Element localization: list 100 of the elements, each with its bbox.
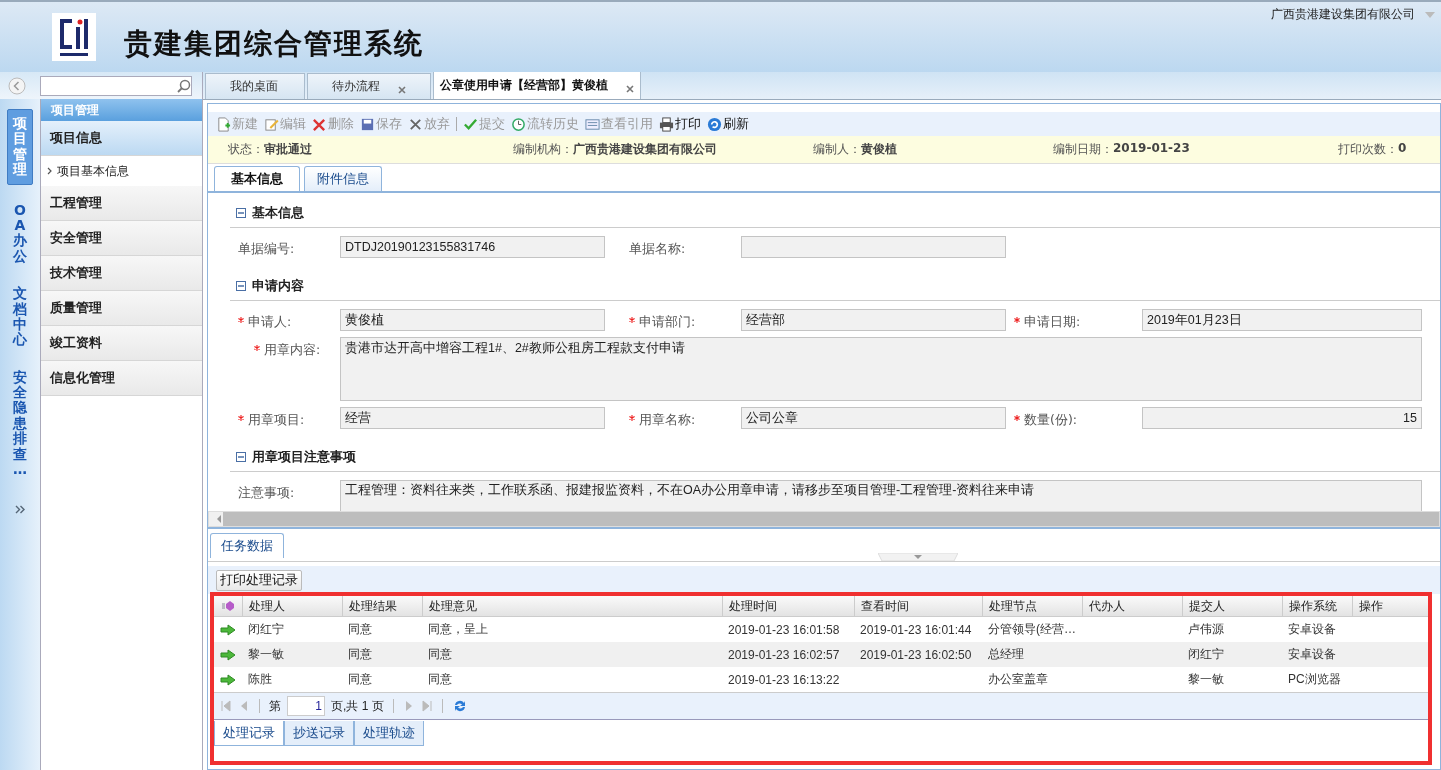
double-chevron-icon[interactable] [15, 505, 25, 515]
table-cell-text: 安卓设备 [1287, 646, 1337, 663]
input-field[interactable]: 黄俊植 [340, 309, 605, 331]
table-cell-text: 办公室盖章 [987, 671, 1049, 688]
pager-label: 第 [269, 697, 281, 715]
column-header[interactable]: 代办人 [1082, 596, 1182, 616]
column-header[interactable]: 处理时间 [722, 596, 854, 616]
record-tab[interactable]: 抄送记录 [284, 721, 354, 746]
table-cell-text: 同意 [427, 671, 453, 688]
field-label: 用章内容: [264, 342, 321, 357]
table-cell-text: 卢伟源 [1187, 621, 1225, 638]
collapse-icon[interactable] [236, 281, 246, 291]
form-tab[interactable]: 附件信息 [304, 166, 382, 191]
print-records-button[interactable]: 打印处理记录 [216, 569, 302, 591]
company-selector[interactable]: 广西贵港建设集团有限公司 [1271, 6, 1415, 23]
arrow-icon [220, 623, 236, 636]
status-value: 审批通过 [264, 141, 312, 158]
column-header[interactable]: 处理意见 [422, 596, 722, 616]
input-field[interactable]: 工程管理：资料往来类，工作联系函、报建报监资料，不在OA办公用章申请，请移步至项目管理-工程管理-资料往来申请 [340, 480, 1422, 511]
column-header[interactable]: 查看时间 [854, 596, 982, 616]
table-cell-text: 分管领导(经营… [987, 621, 1077, 638]
menu-item[interactable]: 技术管理 [41, 256, 202, 291]
field-label: 注意事项: [238, 485, 295, 500]
menu-item[interactable]: 竣工资料 [41, 326, 202, 361]
table-cell-text: PC浏览器 [1287, 671, 1342, 688]
nav-rail-item[interactable]: 安全隐患排查… [10, 365, 30, 482]
search-field[interactable] [40, 75, 192, 96]
menu-item[interactable]: 项目信息 [41, 121, 202, 156]
table-cell-text: 同意，呈上 [427, 621, 489, 638]
splitter-handle[interactable] [878, 553, 958, 561]
check-icon [463, 116, 478, 132]
table-cell-text: 同意 [347, 646, 373, 663]
input-field[interactable]: 公司公章 [741, 407, 1006, 429]
page-tab[interactable]: 公章使用申请【经营部】黄俊植 [433, 71, 641, 99]
first-page-icon[interactable] [220, 700, 232, 712]
section-title: 用章项目注意事项 [252, 448, 356, 466]
input-field[interactable]: 贵港市达开高中增容工程1#、2#教师公租房工程款支付申请 [340, 337, 1422, 401]
last-page-icon[interactable] [420, 700, 433, 712]
page-tab[interactable]: 待办流程 [307, 73, 431, 99]
clock-icon [511, 116, 526, 132]
page-tab[interactable]: 我的桌面 [205, 73, 305, 99]
toolbar-button[interactable]: 打印 [659, 115, 701, 133]
nav-rail-item[interactable]: OA办公 [10, 198, 30, 269]
nav-rail-item[interactable]: 文档中心 [10, 282, 30, 352]
task-tab[interactable]: 任务数据 [210, 533, 284, 558]
menu-item[interactable]: 质量管理 [41, 291, 202, 326]
section-title: 基本信息 [252, 204, 304, 222]
floppy-icon [360, 116, 375, 132]
menu-item[interactable]: 信息化管理 [41, 361, 202, 396]
collapse-icon[interactable] [236, 452, 246, 462]
column-header[interactable]: 操作系统 [1282, 596, 1352, 616]
input-field[interactable]: 2019年01月23日 [1142, 309, 1422, 331]
record-tab[interactable]: 处理记录 [214, 721, 284, 746]
chevron-icon [47, 167, 52, 175]
new-file-icon [216, 116, 231, 132]
field-label: 用章项目: [248, 412, 305, 427]
input-field[interactable]: 经营部 [741, 309, 1006, 331]
status-label: 打印次数： [1338, 141, 1398, 158]
status-label: 状态： [228, 141, 264, 158]
close-icon[interactable] [626, 84, 634, 93]
menu-item[interactable]: 工程管理 [41, 186, 202, 221]
printer-icon [659, 116, 674, 132]
arrow-icon [220, 673, 236, 686]
pencil-icon [264, 116, 279, 132]
record-tab[interactable]: 处理轨迹 [354, 721, 424, 746]
field-label: 用章名称: [639, 412, 696, 427]
caret-icon[interactable] [1425, 12, 1435, 18]
menu-item[interactable]: 安全管理 [41, 221, 202, 256]
status-value: 广西贵港建设集团有限公司 [573, 141, 717, 158]
input-field[interactable] [741, 236, 1006, 258]
input-field[interactable]: 经营 [340, 407, 605, 429]
horizontal-scrollbar[interactable] [208, 511, 1440, 527]
status-value: 2019-01-23 [1113, 141, 1190, 157]
table-cell-text: 闭红宁 [247, 621, 285, 638]
page-input[interactable]: 1 [287, 696, 325, 716]
input-field[interactable]: 15 [1142, 407, 1422, 429]
form-tab[interactable]: 基本信息 [214, 166, 300, 191]
close-icon[interactable] [398, 85, 406, 94]
cross-icon [312, 116, 327, 132]
table-cell-text: 2019-01-23 16:02:57 [727, 647, 841, 662]
column-header[interactable]: 处理人 [242, 596, 342, 616]
table-cell-text: 2019-01-23 16:01:58 [727, 622, 841, 637]
field-label: 申请部门: [639, 314, 696, 329]
collapse-icon[interactable] [236, 208, 246, 218]
back-icon[interactable] [8, 76, 26, 95]
logo-icon [52, 13, 96, 61]
toolbar-button[interactable]: 刷新 [707, 115, 749, 133]
input-field[interactable]: DTDJ20190123155831746 [340, 236, 605, 258]
left-arrow-icon[interactable] [215, 514, 223, 524]
column-header[interactable]: 处理结果 [342, 596, 422, 616]
field-label: 单据名称: [629, 241, 686, 256]
column-header[interactable]: 处理节点 [982, 596, 1082, 616]
section-title: 申请内容 [252, 277, 304, 295]
table-cell-text: 同意 [427, 646, 453, 663]
table-cell-text: 安卓设备 [1287, 621, 1337, 638]
column-header[interactable]: 操作 [1352, 596, 1422, 616]
column-header[interactable]: 提交人 [1182, 596, 1282, 616]
pager-label: 页,共 1 页 [331, 697, 384, 715]
search-icon[interactable] [177, 78, 191, 93]
field-label: 申请日期: [1024, 314, 1081, 329]
